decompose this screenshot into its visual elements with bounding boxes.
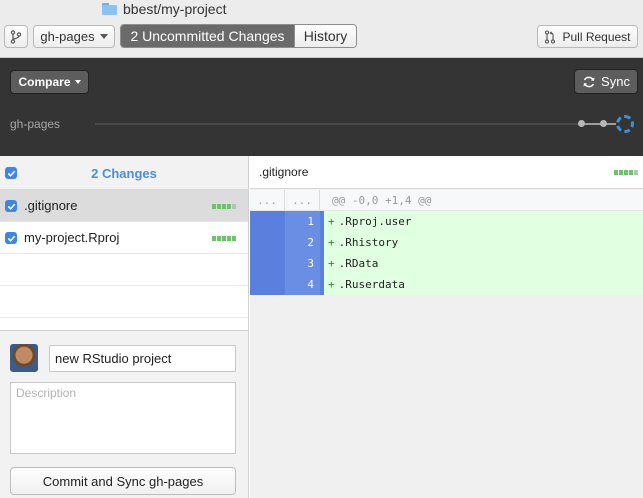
diff-line[interactable]: 2 + .Rhistory xyxy=(250,232,643,253)
window-title-text: bbest/my-project xyxy=(123,1,227,17)
diffstat-bars xyxy=(212,204,238,209)
chevron-down-icon xyxy=(74,80,81,84)
code: + .Rproj.user xyxy=(324,211,411,232)
diffstat-bars xyxy=(614,170,640,175)
compare-button[interactable]: Compare xyxy=(10,70,89,94)
diffstat-bars xyxy=(212,236,238,241)
diff-panel: .gitignore ... ... @@ -0,0 +1,4 @@ 1 + .R… xyxy=(250,156,643,498)
file-checkbox[interactable] xyxy=(5,232,17,244)
gutter-old xyxy=(250,274,285,295)
diff-view: ... ... @@ -0,0 +1,4 @@ 1 + .Rproj.user 2… xyxy=(250,190,643,295)
diff-file-header: .gitignore xyxy=(250,156,643,189)
code: + .Ruserdata xyxy=(324,274,405,295)
uncommitted-ring-icon[interactable] xyxy=(616,115,634,133)
window-title: bbest/my-project xyxy=(102,1,226,17)
code-text: .Rproj.user xyxy=(338,215,412,228)
line-number: 1 xyxy=(285,211,320,232)
branch-icon xyxy=(10,29,22,44)
empty-row xyxy=(0,286,248,318)
sync-label: Sync xyxy=(601,74,630,89)
code: + .RData xyxy=(324,253,378,274)
changes-title: 2 Changes xyxy=(91,165,157,181)
changes-header: 2 Changes xyxy=(0,156,248,190)
file-row-rproj[interactable]: my-project.Rproj xyxy=(0,222,248,254)
sync-button[interactable]: Sync xyxy=(574,69,638,94)
gutter-new: ... xyxy=(285,190,320,210)
plus-icon: + xyxy=(328,215,335,228)
compare-label: Compare xyxy=(18,75,71,89)
gutter-old: ... xyxy=(250,190,285,210)
tab-uncommitted-changes[interactable]: 2 Uncommitted Changes xyxy=(121,25,294,47)
hunk-header: @@ -0,0 +1,4 @@ xyxy=(332,194,432,207)
branch-menu-button[interactable] xyxy=(4,25,28,48)
commit-timeline xyxy=(95,123,615,125)
branch-select-label: gh-pages xyxy=(40,29,95,44)
file-row-gitignore[interactable]: .gitignore xyxy=(0,190,248,222)
toolbar: bbest/my-project gh-pages 2 Uncommitted … xyxy=(0,0,643,58)
timeline-branch-label: gh-pages xyxy=(10,117,61,131)
file-name: .gitignore xyxy=(24,198,78,213)
file-name: my-project.Rproj xyxy=(24,230,120,245)
folder-icon xyxy=(102,3,117,15)
changes-panel: 2 Changes .gitignore my-project.Rproj Co… xyxy=(0,156,249,498)
plus-icon: + xyxy=(328,278,335,291)
diff-line[interactable]: 4 + .Ruserdata xyxy=(250,274,643,295)
gutter-old xyxy=(250,232,285,253)
commit-description-input[interactable] xyxy=(10,382,236,454)
line-number: 4 xyxy=(285,274,320,295)
pull-request-button[interactable]: Pull Request xyxy=(537,25,638,48)
avatar xyxy=(10,344,38,372)
plus-icon: + xyxy=(328,257,335,270)
file-checkbox[interactable] xyxy=(5,200,17,212)
pull-request-icon xyxy=(545,29,556,44)
code-text: .Rhistory xyxy=(338,236,399,249)
diff-line[interactable]: 3 + .RData xyxy=(250,253,643,274)
branch-select[interactable]: gh-pages xyxy=(33,25,115,48)
compare-bar: Compare Sync gh-pages xyxy=(0,58,643,156)
gutter-old xyxy=(250,253,285,274)
sync-icon xyxy=(583,76,595,87)
line-number: 2 xyxy=(285,232,320,253)
commit-form: Commit and Sync gh-pages xyxy=(0,330,248,498)
commit-dot[interactable] xyxy=(600,120,607,127)
view-tabs: 2 Uncommitted Changes History xyxy=(120,24,357,48)
code-text: .Ruserdata xyxy=(338,278,405,291)
commit-summary-input[interactable] xyxy=(49,345,236,372)
diff-line[interactable]: 1 + .Rproj.user xyxy=(250,211,643,232)
line-number: 3 xyxy=(285,253,320,274)
chevron-down-icon xyxy=(99,34,108,39)
tab-history[interactable]: History xyxy=(294,25,356,47)
commit-and-sync-button[interactable]: Commit and Sync gh-pages xyxy=(10,467,236,495)
pull-request-label: Pull Request xyxy=(562,29,631,44)
gutter-old xyxy=(250,211,285,232)
commit-dot[interactable] xyxy=(578,120,585,127)
plus-icon: + xyxy=(328,236,335,249)
timeline-recent-line xyxy=(580,123,616,125)
diff-file-name: .gitignore xyxy=(259,165,309,179)
empty-row xyxy=(0,254,248,286)
code: + .Rhistory xyxy=(324,232,398,253)
hunk-header-row: ... ... @@ -0,0 +1,4 @@ xyxy=(250,190,643,211)
code-text: .RData xyxy=(338,257,379,270)
